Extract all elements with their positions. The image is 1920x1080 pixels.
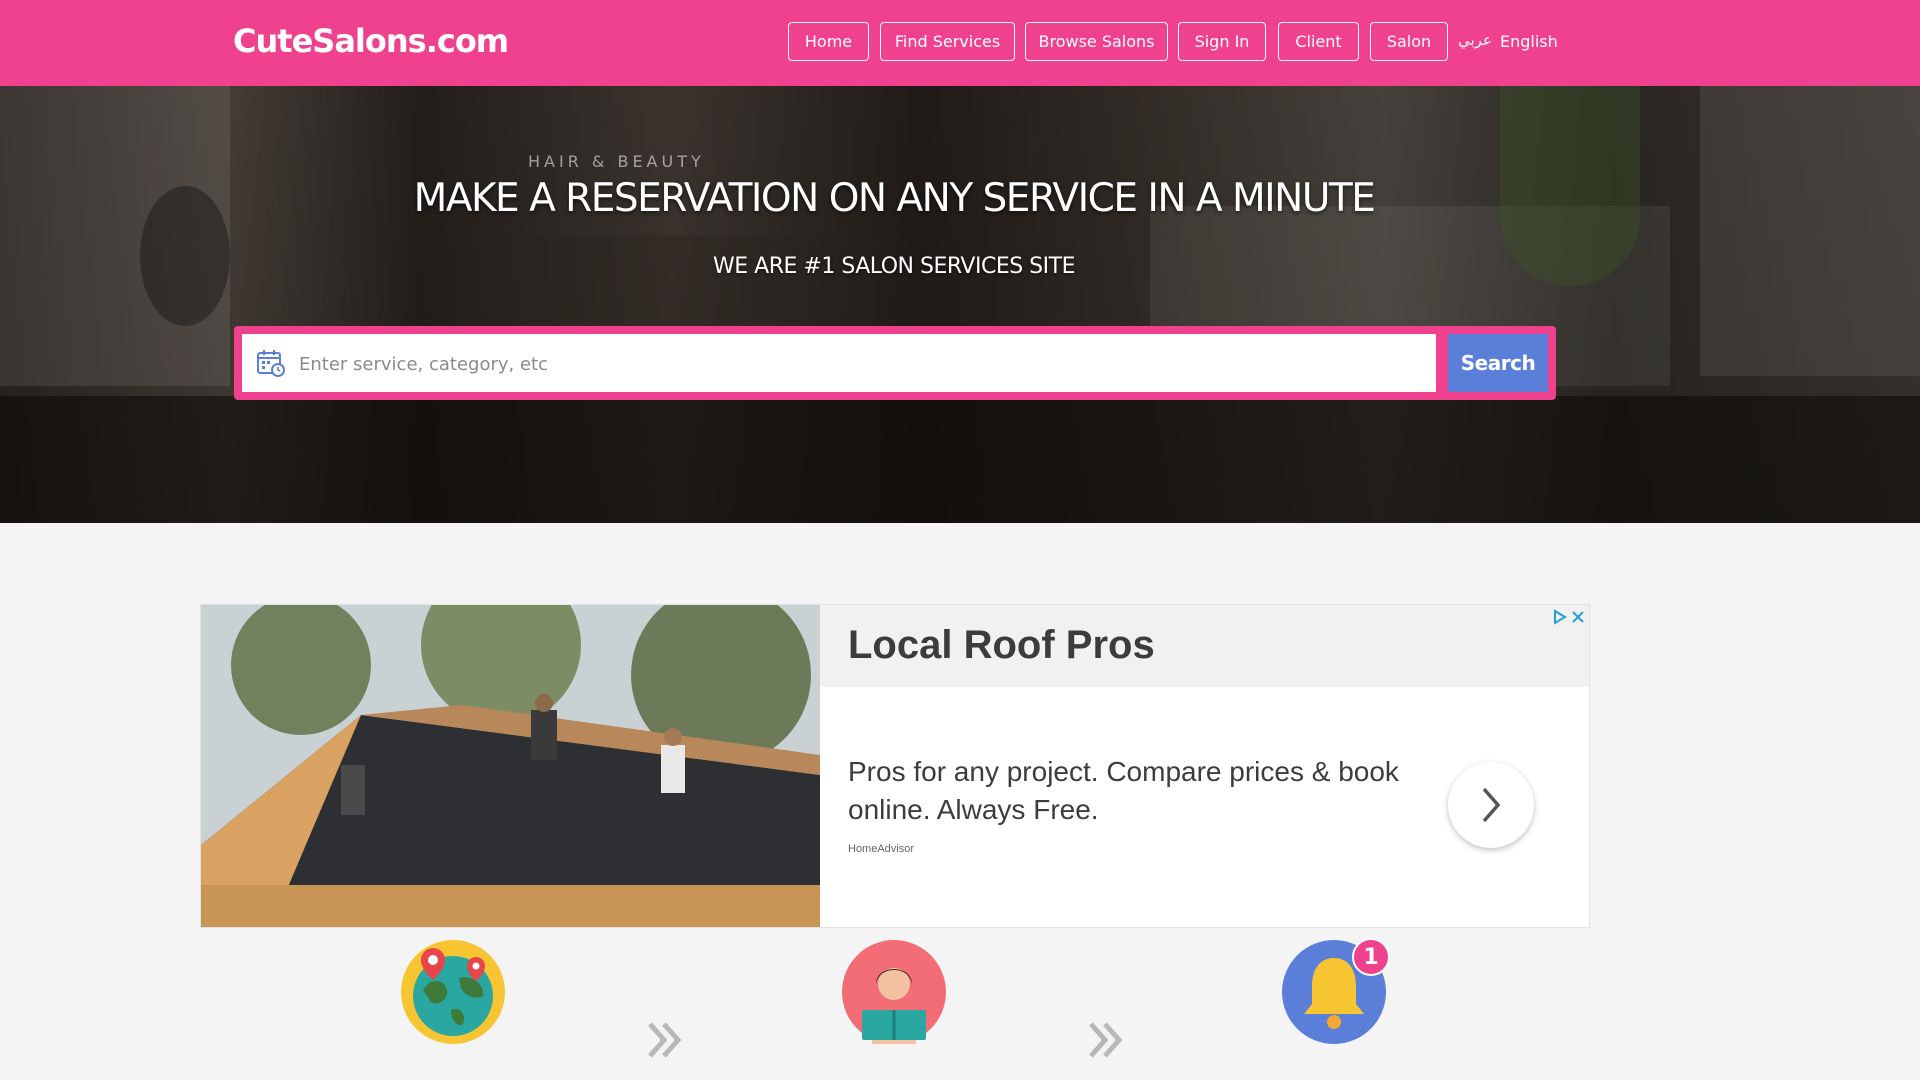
- chevron-double-right-icon: [1089, 1022, 1123, 1058]
- nav-home-button[interactable]: Home: [788, 22, 869, 61]
- hero-title: MAKE A RESERVATION ON ANY SERVICE IN A M…: [413, 176, 1376, 221]
- ad-header: Local Roof Pros: [820, 605, 1589, 687]
- ad-source: HomeAdvisor: [848, 843, 915, 855]
- hero-subtitle: WE ARE #1 SALON SERVICES SITE: [713, 254, 1075, 279]
- site-logo[interactable]: CuteSalons.com: [233, 22, 509, 60]
- ad-choices-icon[interactable]: [1553, 609, 1587, 625]
- notification-step: 1: [1282, 938, 1390, 1044]
- bg-sign-text: HAIR & BEAUTY: [528, 152, 705, 171]
- hero-banner: HAIR & BEAUTY MAKE A RESERVATION ON ANY …: [0, 86, 1920, 523]
- chevron-double-right-icon: [648, 1022, 682, 1058]
- nav-find-services-button[interactable]: Find Services: [880, 22, 1015, 61]
- search-button[interactable]: Search: [1448, 334, 1548, 392]
- notification-badge: 1: [1352, 938, 1390, 976]
- chevron-right-icon: [1482, 787, 1501, 823]
- roof-illustration: [201, 605, 820, 927]
- globe-location-icon: [401, 940, 505, 1044]
- person-reading-icon: [842, 940, 946, 1044]
- ad-roofers-image[interactable]: [201, 605, 820, 927]
- search-input-container: [242, 334, 1436, 394]
- search-bar: Search: [234, 326, 1556, 400]
- ad-description: Pros for any project. Compare prices & b…: [848, 756, 1399, 825]
- bg-shelf-right: [1700, 86, 1920, 376]
- nav-sign-in-button[interactable]: Sign In: [1178, 22, 1266, 61]
- advertisement-banner[interactable]: Local Roof Pros Pros for any project. Co…: [200, 604, 1590, 928]
- calendar-icon: [257, 350, 285, 377]
- top-navbar: CuteSalons.com Home Find Services Browse…: [0, 0, 1920, 86]
- nav-browse-salons-button[interactable]: Browse Salons: [1025, 22, 1168, 61]
- search-input[interactable]: [297, 334, 1421, 394]
- bg-counter: [0, 396, 1920, 523]
- nav-salon-button[interactable]: Salon: [1370, 22, 1448, 61]
- language-english-link[interactable]: English: [1500, 32, 1558, 51]
- nav-client-button[interactable]: Client: [1278, 22, 1359, 61]
- ad-next-button[interactable]: [1448, 762, 1534, 848]
- ad-title[interactable]: Local Roof Pros: [848, 623, 1155, 668]
- language-arabic-link[interactable]: عربي: [1458, 31, 1492, 49]
